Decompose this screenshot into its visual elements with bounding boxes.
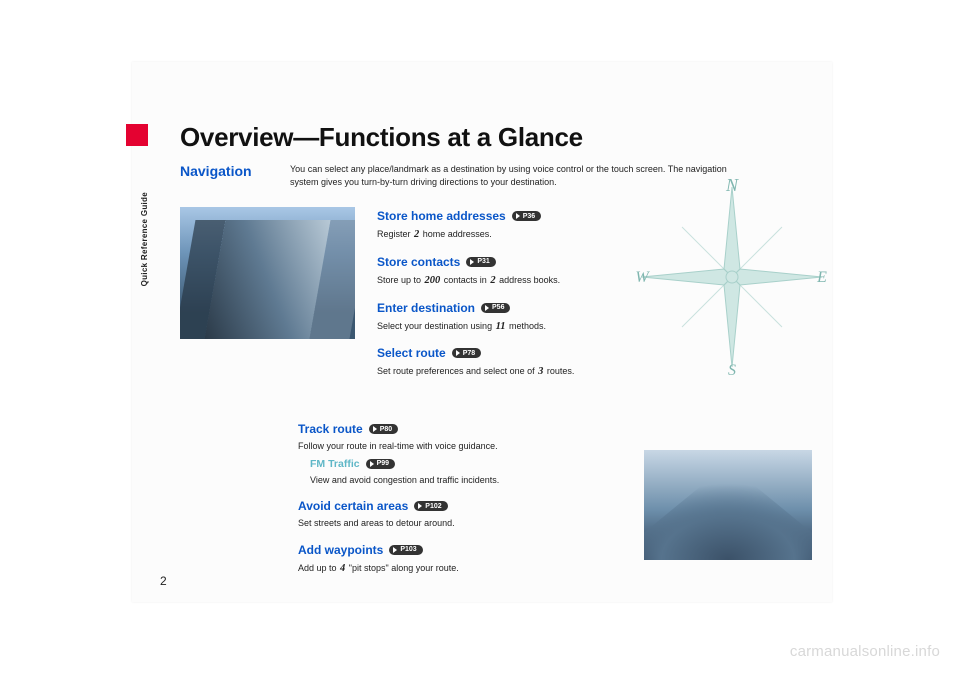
feature-title: Add waypoints P103 [298,543,423,557]
navigation-heading: Navigation [180,163,272,189]
section-lower: Track route P80 Follow your route in rea… [180,420,812,586]
feature-title: Enter destination P56 [377,301,510,315]
image-highway [644,450,812,560]
side-guide-label: Quick Reference Guide [140,192,149,286]
feature-title-text: Add waypoints [298,543,383,557]
page-ref-badge: P103 [389,545,422,555]
page-ref-badge: P99 [366,459,395,469]
feature-desc: Store up to 200 contacts in 2 address bo… [377,273,812,289]
feature-desc: Add up to 4 "pit stops" along your route… [298,561,618,577]
feature-title: Select route P78 [377,346,481,360]
image-skyscrapers [180,207,355,339]
watermark-text: carmanualsonline.info [790,643,940,660]
feature-desc: Select your destination using 11 methods… [377,319,812,335]
feature-subtitle-text: FM Traffic [310,458,360,470]
feature-subtitle-fm-traffic: FM Traffic P99 [310,458,395,470]
feature-title: Track route P80 [298,422,398,436]
feature-desc: Set streets and areas to detour around. [298,517,618,531]
svg-text:E: E [816,269,827,286]
page-ref-badge: P31 [466,257,495,267]
feature-enter-destination: Enter destination P56 Select your destin… [377,299,812,335]
section-upper: N E S W Store home addresses P36 Registe… [180,207,812,390]
section-tab [126,124,148,146]
feature-desc: Follow your route in real-time with voic… [298,440,618,454]
content-area: Overview—Functions at a Glance Navigatio… [180,122,812,586]
feature-sub-desc: View and avoid congestion and traffic in… [310,474,618,488]
page-ref-badge: P56 [481,303,510,313]
feature-track-route: Track route P80 Follow your route in rea… [298,420,618,487]
page-ref-badge: P36 [512,211,541,221]
feature-title-text: Enter destination [377,301,475,315]
feature-store-contacts: Store contacts P31 Store up to 200 conta… [377,253,812,289]
feature-title-text: Track route [298,422,363,436]
page-title: Overview—Functions at a Glance [180,122,812,153]
intro-row: Navigation You can select any place/land… [180,163,812,189]
page-number: 2 [160,574,167,588]
page-ref-badge: P78 [452,348,481,358]
page-ref-badge: P102 [414,501,447,511]
feature-title: Store contacts P31 [377,255,496,269]
feature-list-lower: Track route P80 Follow your route in rea… [298,420,618,586]
page-ref-badge: P80 [369,424,398,434]
feature-add-waypoints: Add waypoints P103 Add up to 4 "pit stop… [298,541,618,577]
feature-desc: Register 2 home addresses. [377,227,812,243]
manual-page: Quick Reference Guide 2 Overview—Functio… [132,62,832,602]
feature-title: Store home addresses P36 [377,209,541,223]
feature-select-route: Select route P78 Set route preferences a… [377,344,812,380]
feature-avoid-areas: Avoid certain areas P102 Set streets and… [298,497,618,531]
feature-store-home: Store home addresses P36 Register 2 home… [377,207,812,243]
feature-title-text: Store home addresses [377,209,506,223]
feature-title-text: Select route [377,346,446,360]
intro-text: You can select any place/landmark as a d… [290,163,730,189]
feature-title-text: Avoid certain areas [298,499,408,513]
feature-title: Avoid certain areas P102 [298,499,448,513]
feature-list-upper: Store home addresses P36 Register 2 home… [377,207,812,390]
feature-title-text: Store contacts [377,255,460,269]
feature-desc: Set route preferences and select one of … [377,364,812,380]
